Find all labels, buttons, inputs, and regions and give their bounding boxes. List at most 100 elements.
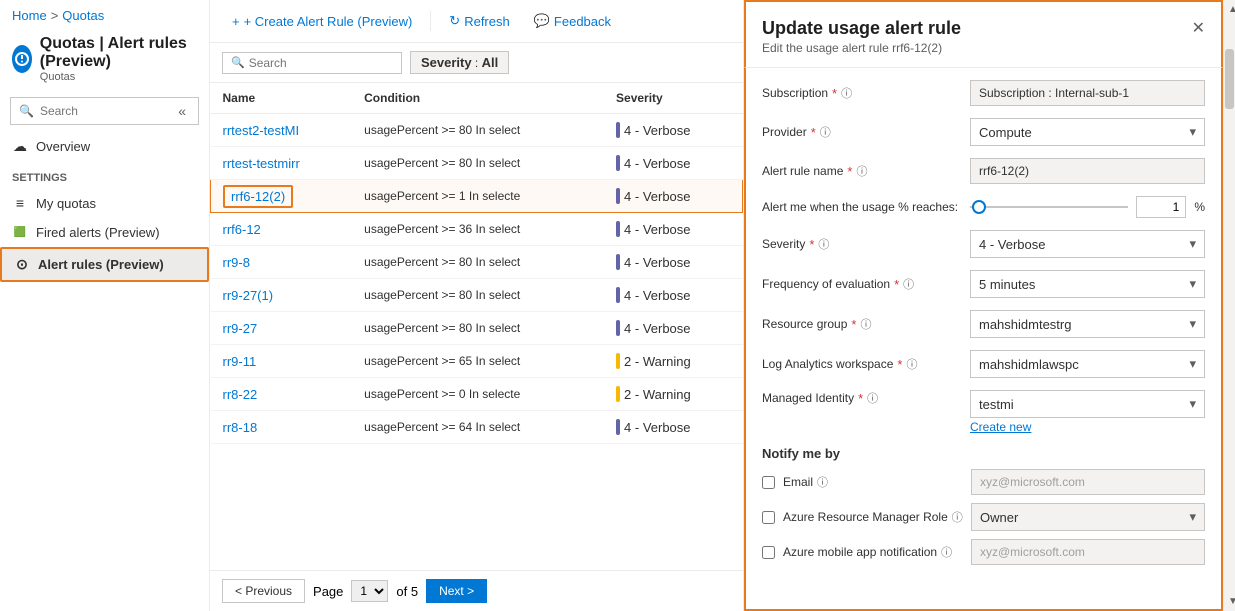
info-icon-subscription[interactable]: ⓘ <box>841 85 852 101</box>
table-row[interactable]: rrf6-12usagePercent >= 36 In select4 - V… <box>211 213 743 246</box>
scroll-thumb[interactable] <box>1225 49 1234 109</box>
breadcrumb-home[interactable]: Home <box>12 8 47 23</box>
info-icon-resource-group[interactable]: ⓘ <box>860 316 871 332</box>
row-name-link[interactable]: rr8-18 <box>223 420 258 435</box>
info-icon-notify-mobile[interactable]: ⓘ <box>941 544 952 560</box>
prev-button[interactable]: < Previous <box>222 579 305 603</box>
info-icon-managed-identity[interactable]: ⓘ <box>867 390 878 406</box>
row-name-link[interactable]: rr9-8 <box>223 255 250 270</box>
page-select[interactable]: 12345 <box>351 580 388 602</box>
severity-dot <box>616 221 620 237</box>
collapse-button[interactable]: « <box>174 101 190 121</box>
info-icon-alert-rule-name[interactable]: ⓘ <box>856 163 867 179</box>
refresh-button[interactable]: ↻ Refresh <box>439 8 519 34</box>
scroll-down-arrow[interactable]: ▼ <box>1224 592 1235 611</box>
cell-severity: 4 - Verbose <box>604 246 742 279</box>
sidebar-search-input[interactable] <box>40 104 168 118</box>
severity-dot <box>616 122 620 138</box>
severity-label: 4 - Verbose <box>624 321 691 336</box>
dropdown-resource-group[interactable]: mahshidmtestrg▾ <box>970 310 1205 338</box>
notify-label-email: Email ⓘ <box>783 474 963 490</box>
pagination: < Previous Page 12345 of 5 Next > <box>210 570 743 611</box>
notify-section: Notify me byEmail ⓘxyz@microsoft.comAzur… <box>762 446 1205 565</box>
info-icon-log-analytics[interactable]: ⓘ <box>906 356 917 372</box>
row-name-link[interactable]: rr8-22 <box>223 387 258 402</box>
cell-condition: usagePercent >= 0 In selecte <box>352 378 604 411</box>
sidebar-item-fired-alerts[interactable]: 🟩 Fired alerts (Preview) <box>0 218 209 247</box>
table-row[interactable]: rrf6-12(2) usagePercent >= 1 In selecte 4 … <box>211 180 743 213</box>
info-icon-frequency[interactable]: ⓘ <box>903 276 914 292</box>
table-row[interactable]: rr8-22usagePercent >= 0 In selecte2 - Wa… <box>211 378 743 411</box>
severity-label: 4 - Verbose <box>624 420 691 435</box>
notify-label-mobile: Azure mobile app notification ⓘ <box>783 544 963 560</box>
cell-condition: usagePercent >= 1 In selecte <box>352 180 604 213</box>
dropdown-frequency[interactable]: 5 minutes▾ <box>970 270 1205 298</box>
scroll-up-arrow[interactable]: ▲ <box>1224 0 1235 19</box>
notify-input-email[interactable]: xyz@microsoft.com <box>971 469 1205 495</box>
filter-search-input[interactable] <box>249 56 393 70</box>
table-row[interactable]: rrtest2-testMIusagePercent >= 80 In sele… <box>211 114 743 147</box>
dropdown-severity[interactable]: 4 - Verbose▾ <box>970 230 1205 258</box>
slider-value-input[interactable] <box>1136 196 1186 218</box>
breadcrumb-quotas[interactable]: Quotas <box>62 8 104 23</box>
severity-dot <box>616 419 620 435</box>
sidebar-item-overview[interactable]: ☁ Overview <box>0 131 209 162</box>
notify-label-arm-role: Azure Resource Manager Role ⓘ <box>783 509 963 525</box>
form-label-severity: Severity * ⓘ <box>762 236 962 252</box>
table-row[interactable]: rr9-8usagePercent >= 80 In select4 - Ver… <box>211 246 743 279</box>
dropdown-value-provider: Compute <box>979 125 1032 140</box>
panel-title: Update usage alert rule <box>762 18 961 39</box>
row-name-link[interactable]: rr9-11 <box>223 354 257 369</box>
table-row[interactable]: rr8-18usagePercent >= 64 In select4 - Ve… <box>211 411 743 444</box>
info-icon-notify-arm-role[interactable]: ⓘ <box>952 509 963 525</box>
cell-condition: usagePercent >= 80 In select <box>352 279 604 312</box>
slider-track[interactable] <box>970 206 1128 208</box>
info-icon-provider[interactable]: ⓘ <box>820 124 831 140</box>
checkbox-email[interactable] <box>762 476 775 489</box>
row-name-link[interactable]: rr9-27 <box>223 321 258 336</box>
info-icon-severity[interactable]: ⓘ <box>818 236 829 252</box>
table-row[interactable]: rr9-27(1)usagePercent >= 80 In select4 -… <box>211 279 743 312</box>
scroll-track <box>1224 19 1235 592</box>
row-name-selected[interactable]: rrf6-12(2) <box>223 185 293 208</box>
breadcrumb-sep1: > <box>51 8 59 23</box>
dropdown-arrow-log-analytics: ▾ <box>1189 356 1196 372</box>
table-row[interactable]: rrtest-testmirr usagePercent >= 80 In sel… <box>211 147 743 180</box>
create-alert-rule-button[interactable]: + + Create Alert Rule (Preview) <box>222 9 422 34</box>
cell-name: rrf6-12 <box>211 213 353 246</box>
feedback-icon: 💬 <box>534 13 550 29</box>
panel-close-button[interactable]: ✕ <box>1192 18 1205 38</box>
row-name-link[interactable]: rrf6-12 <box>223 222 261 237</box>
overview-label: Overview <box>36 139 90 154</box>
severity-filter-value: All <box>482 55 499 70</box>
row-name-link[interactable]: rrtest-testmirr <box>223 156 300 171</box>
row-name-link[interactable]: rrtest2-testMI <box>223 123 300 138</box>
next-button[interactable]: Next > <box>426 579 487 603</box>
cell-condition: usagePercent >= 80 In select <box>352 147 604 180</box>
filter-search-box[interactable]: 🔍 <box>222 52 402 74</box>
dropdown-managed-identity[interactable]: testmi▾ <box>970 390 1205 418</box>
sidebar-item-alert-rules[interactable]: ⊙ Alert rules (Preview) <box>0 247 209 282</box>
dropdown-provider[interactable]: Compute▾ <box>970 118 1205 146</box>
cell-condition: usagePercent >= 36 In select <box>352 213 604 246</box>
col-severity: Severity <box>604 83 742 114</box>
dropdown-log-analytics[interactable]: mahshidmlawspc▾ <box>970 350 1205 378</box>
right-panel: Update usage alert rule Edit the usage a… <box>743 0 1223 611</box>
row-name-link[interactable]: rr9-27(1) <box>223 288 274 303</box>
right-scrollbar[interactable]: ▲ ▼ <box>1223 0 1235 611</box>
create-new-link[interactable]: Create new <box>970 420 1205 434</box>
severity-label: 4 - Verbose <box>624 189 691 204</box>
severity-filter[interactable]: Severity : All <box>410 51 509 74</box>
info-icon-notify-email[interactable]: ⓘ <box>817 474 828 490</box>
slider-thumb[interactable] <box>972 200 986 214</box>
checkbox-mobile[interactable] <box>762 546 775 559</box>
table-row[interactable]: rr9-27usagePercent >= 80 In select4 - Ve… <box>211 312 743 345</box>
notify-dropdown-arm-role[interactable]: Owner▾ <box>971 503 1205 531</box>
sidebar-search-box[interactable]: 🔍 « <box>10 97 199 125</box>
checkbox-arm-role[interactable] <box>762 511 775 524</box>
cell-severity: 4 - Verbose <box>604 114 742 147</box>
sidebar-item-my-quotas[interactable]: ≡ My quotas <box>0 188 209 218</box>
notify-input-mobile[interactable]: xyz@microsoft.com <box>971 539 1205 565</box>
table-row[interactable]: rr9-11usagePercent >= 65 In select2 - Wa… <box>211 345 743 378</box>
feedback-button[interactable]: 💬 Feedback <box>524 8 621 34</box>
